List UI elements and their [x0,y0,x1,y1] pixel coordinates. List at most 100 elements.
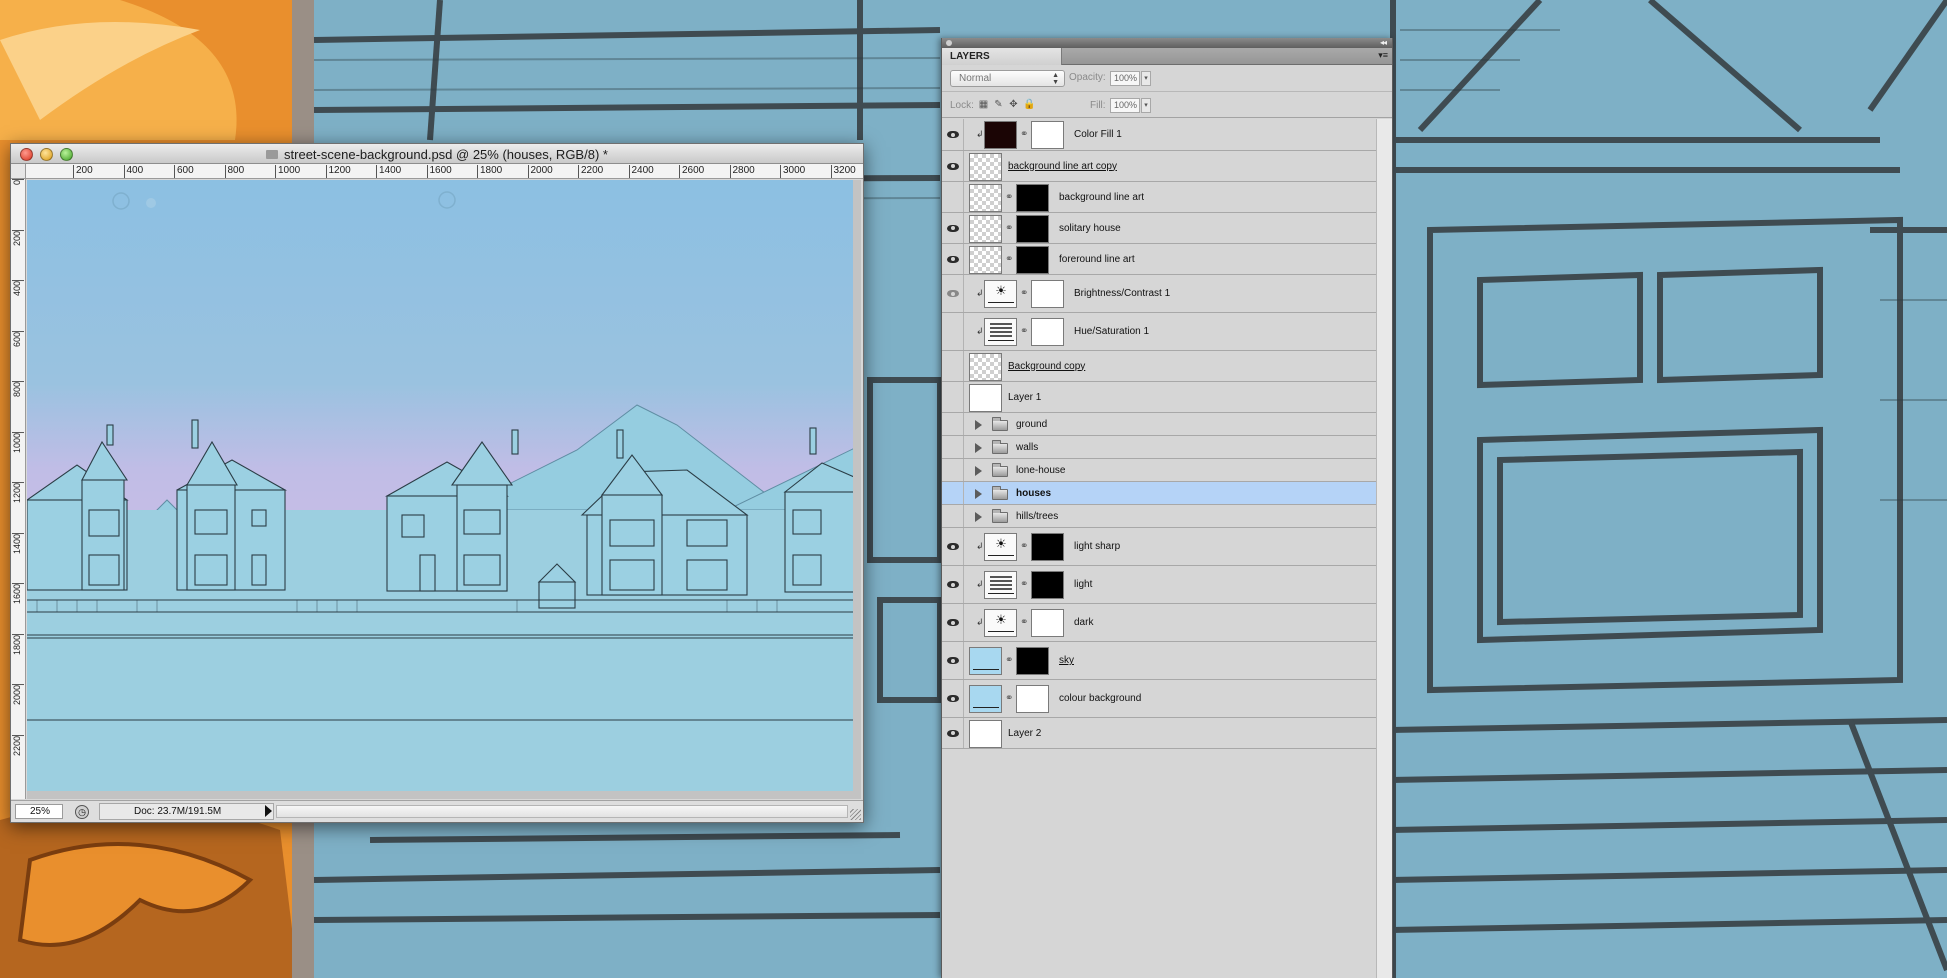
layer-row[interactable]: Layer 1 [942,382,1376,413]
status-info-icon[interactable]: ◷ [75,805,89,819]
layer-mask-thumbnail[interactable] [1031,121,1064,149]
expand-group-triangle-icon[interactable] [975,488,982,499]
layer-mask-thumbnail[interactable] [1031,571,1064,599]
link-chain-icon[interactable]: ⚭ [1020,288,1028,299]
visibility-toggle[interactable] [942,151,964,181]
layer-row[interactable]: lone-house [942,459,1376,482]
expand-group-triangle-icon[interactable] [975,419,982,430]
layer-thumbnail[interactable] [969,183,1002,212]
visibility-toggle[interactable] [942,566,964,603]
layer-row[interactable]: ↲ ⚭ Color Fill 1 [942,119,1376,151]
document-titlebar[interactable]: street-scene-background.psd @ 25% (house… [11,144,863,164]
document-window[interactable]: street-scene-background.psd @ 25% (house… [10,143,864,823]
layer-mask-thumbnail[interactable] [1016,245,1049,274]
layer-mask-thumbnail[interactable] [1016,214,1049,243]
layer-thumbnail[interactable] [969,719,1002,748]
visibility-toggle[interactable] [942,642,964,679]
lock-image-brush-icon[interactable]: ✎ [993,99,1004,110]
layer-row[interactable]: ⚭ solitary house [942,213,1376,244]
lock-position-move-icon[interactable]: ✥ [1008,99,1019,110]
visibility-toggle[interactable] [942,351,964,381]
layer-row[interactable]: ↲ ⚭ Hue/Saturation 1 [942,313,1376,351]
visibility-toggle[interactable] [942,382,964,412]
opacity-dropdown-icon[interactable]: ▾ [1141,71,1151,86]
visibility-toggle[interactable] [942,482,964,504]
tab-layers[interactable]: LAYERS [942,48,1062,65]
layer-list[interactable]: ↲ ⚭ Color Fill 1 background line art copy ⚭ b… [942,119,1376,799]
layer-thumbnail[interactable] [969,245,1002,274]
layer-row[interactable]: houses [942,482,1376,505]
link-chain-icon[interactable]: ⚭ [1005,192,1013,203]
panel-menu-icon[interactable]: ▾≡ [1378,50,1388,61]
expand-group-triangle-icon[interactable] [975,442,982,453]
lock-all-padlock-icon[interactable]: 🔒 [1023,99,1035,110]
link-chain-icon[interactable]: ⚭ [1020,129,1028,140]
horizontal-ruler[interactable]: 200 400 600 800 1000 1200 1400 1600 1800 2000 2200… [26,164,863,179]
visibility-toggle[interactable] [942,680,964,717]
expand-group-triangle-icon[interactable] [975,511,982,522]
layer-row[interactable]: ↲ ☀ ⚭ light sharp [942,528,1376,566]
visibility-toggle[interactable] [942,275,964,312]
link-chain-icon[interactable]: ⚭ [1005,254,1013,265]
layer-thumbnail[interactable] [969,214,1002,243]
visibility-toggle[interactable] [942,436,964,458]
expand-group-triangle-icon[interactable] [975,465,982,476]
layer-row[interactable]: Background copy [942,351,1376,382]
link-chain-icon[interactable]: ⚭ [1020,617,1028,628]
layer-thumbnail[interactable] [984,121,1017,149]
ruler-origin[interactable] [11,164,26,179]
fill-dropdown-icon[interactable]: ▾ [1141,98,1151,113]
vertical-ruler[interactable]: 0 200 400 600 800 1000 1200 1400 1600 1800 2000 220… [11,179,26,799]
fill-field[interactable]: 100% [1110,98,1140,113]
zoom-level-field[interactable]: 25% [15,804,63,819]
link-chain-icon[interactable]: ⚭ [1005,693,1013,704]
layer-mask-thumbnail[interactable] [1016,183,1049,212]
visibility-toggle[interactable] [942,604,964,641]
layers-scrollbar[interactable] [1376,119,1392,978]
layer-row[interactable]: Layer 2 [942,718,1376,749]
panel-title-bar[interactable]: ◂◂ [942,38,1392,48]
link-chain-icon[interactable]: ⚭ [1005,655,1013,666]
adjustment-layer-icon[interactable]: ☀ [984,609,1017,637]
visibility-toggle[interactable] [942,505,964,527]
visibility-toggle[interactable] [942,413,964,435]
lock-transparent-icon[interactable]: ▦ [978,99,989,110]
layer-row[interactable]: ↲ ☀ ⚭ dark [942,604,1376,642]
layer-thumbnail[interactable] [969,647,1002,675]
layer-row[interactable]: ⚭ colour background [942,680,1376,718]
adjustment-layer-icon[interactable] [984,571,1017,599]
visibility-toggle[interactable] [942,459,964,481]
status-menu-arrow-icon[interactable] [265,805,272,817]
layer-mask-thumbnail[interactable] [1031,280,1064,308]
layer-row[interactable]: ⚭ background line art [942,182,1376,213]
link-chain-icon[interactable]: ⚭ [1005,223,1013,234]
layer-row[interactable]: ⚭ foreround line art [942,244,1376,275]
visibility-toggle[interactable] [942,213,964,243]
visibility-toggle[interactable] [942,182,964,212]
link-chain-icon[interactable]: ⚭ [1020,326,1028,337]
document-canvas[interactable] [27,180,861,799]
layers-panel[interactable]: ◂◂ LAYERS ▾≡ Normal ▲ ▼ Opacity: 100% ▾ L… [941,38,1393,978]
panel-close-icon[interactable] [946,40,952,46]
layer-row[interactable]: ⚭ sky [942,642,1376,680]
adjustment-layer-icon[interactable] [984,318,1017,346]
horizontal-scrollbar[interactable] [276,805,848,818]
layer-row[interactable]: background line art copy [942,151,1376,182]
layer-thumbnail[interactable] [969,383,1002,412]
visibility-toggle[interactable] [942,528,964,565]
layer-row[interactable]: hills/trees [942,505,1376,528]
opacity-field[interactable]: 100% [1110,71,1140,86]
layer-mask-thumbnail[interactable] [1031,318,1064,346]
visibility-toggle[interactable] [942,718,964,748]
layer-row[interactable]: ↲ ☀ ⚭ Brightness/Contrast 1 [942,275,1376,313]
adjustment-layer-icon[interactable]: ☀ [984,280,1017,308]
visibility-toggle[interactable] [942,119,964,150]
layer-thumbnail[interactable] [969,152,1002,181]
link-chain-icon[interactable]: ⚭ [1020,579,1028,590]
layer-mask-thumbnail[interactable] [1031,609,1064,637]
file-proxy-icon[interactable] [266,150,279,159]
visibility-toggle[interactable] [942,313,964,350]
layer-mask-thumbnail[interactable] [1016,647,1049,675]
blend-mode-select[interactable]: Normal ▲ ▼ [950,70,1065,87]
layer-mask-thumbnail[interactable] [1016,685,1049,713]
